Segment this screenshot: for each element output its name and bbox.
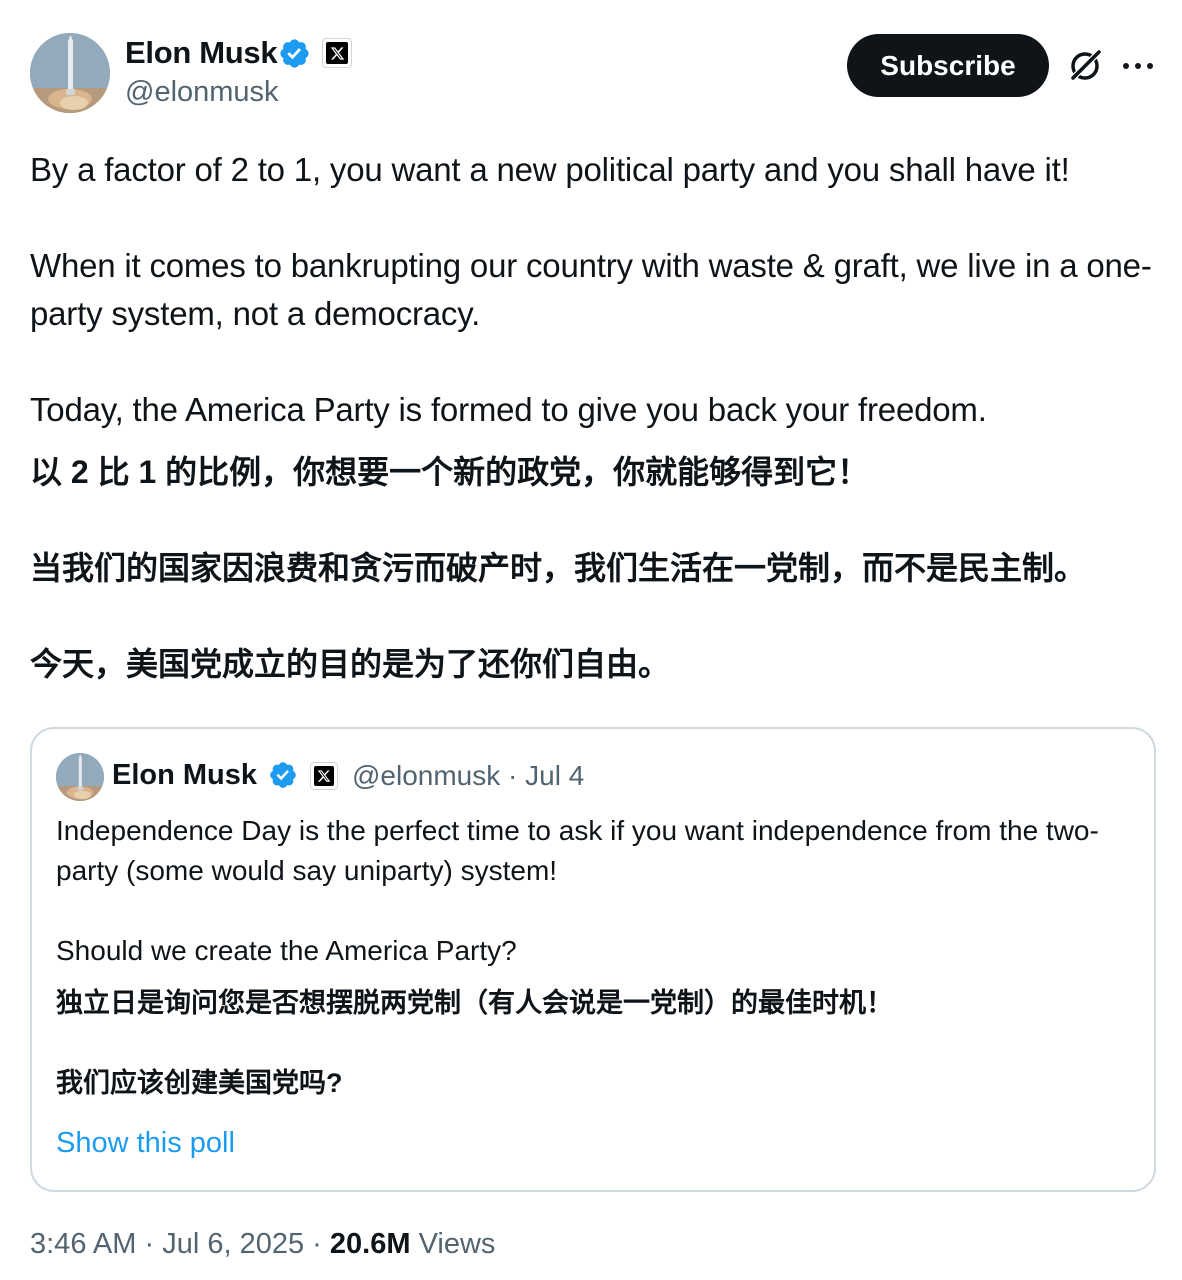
quoted-avatar xyxy=(56,753,104,801)
x-affiliation-badge xyxy=(310,762,338,790)
rocket-launch-image xyxy=(56,753,104,801)
footer-separator: · xyxy=(312,1228,322,1260)
meta-separator: · xyxy=(508,760,518,791)
x-affiliation-badge[interactable] xyxy=(322,38,352,68)
tweet-footer: 3:46 AM · Jul 6, 2025 · 20.6M Views xyxy=(30,1228,495,1261)
author-name[interactable]: Elon Musk xyxy=(125,35,278,71)
quoted-meta: @elonmusk · Jul 4 xyxy=(352,760,584,792)
tweet-time[interactable]: 3:46 AM xyxy=(30,1228,136,1260)
x-logo-icon xyxy=(317,770,331,782)
views-label: Views xyxy=(418,1228,496,1260)
more-horizontal-icon[interactable] xyxy=(1120,55,1156,77)
show-poll-link[interactable]: Show this poll xyxy=(56,1127,235,1160)
footer-separator: · xyxy=(144,1228,155,1260)
quoted-author-name: Elon Musk xyxy=(112,759,258,791)
verified-badge-icon xyxy=(270,762,296,788)
grok-icon[interactable] xyxy=(1066,47,1104,85)
quoted-tweet-translation: 独立日是询问您是否想摆脱两党制（有人会说是一党制）的最佳时机！ 我们应该创建美国… xyxy=(56,988,893,1098)
tweet-text: By a factor of 2 to 1, you want a new po… xyxy=(30,151,1152,428)
x-logo-icon xyxy=(330,46,344,60)
quoted-tweet-card[interactable]: Elon Musk @elonmusk · Jul 4 Independence… xyxy=(30,727,1156,1192)
subscribe-button[interactable]: Subscribe xyxy=(847,34,1049,97)
verified-badge-icon xyxy=(280,39,309,68)
quoted-date: Jul 4 xyxy=(525,760,585,791)
views-count: 20.6M xyxy=(329,1228,411,1260)
tweet-translation: 以 2 比 1 的比例，你想要一个新的政党，你就能够得到它！ 当我们的国家因浪费… xyxy=(30,454,1087,682)
quoted-tweet-text: Independence Day is the perfect time to … xyxy=(56,815,1099,966)
quoted-handle: @elonmusk xyxy=(352,760,501,791)
author-handle[interactable]: @elonmusk xyxy=(125,76,279,109)
rocket-launch-image xyxy=(30,33,110,113)
avatar[interactable] xyxy=(30,33,110,113)
tweet-date[interactable]: Jul 6, 2025 xyxy=(162,1228,304,1260)
